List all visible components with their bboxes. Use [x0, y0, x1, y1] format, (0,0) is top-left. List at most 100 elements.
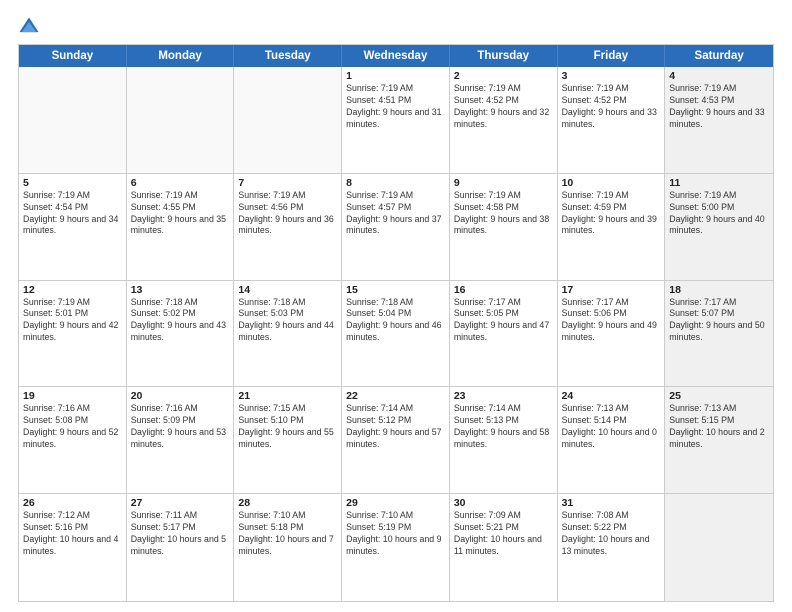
cell-details: Sunrise: 7:14 AMSunset: 5:12 PMDaylight:…	[346, 403, 445, 451]
day-number: 6	[131, 177, 230, 189]
calendar-cell: 21Sunrise: 7:15 AMSunset: 5:10 PMDayligh…	[234, 387, 342, 493]
day-number: 5	[23, 177, 122, 189]
cell-details: Sunrise: 7:19 AMSunset: 4:52 PMDaylight:…	[454, 83, 553, 131]
header-cell-monday: Monday	[127, 45, 235, 67]
calendar-row: 26Sunrise: 7:12 AMSunset: 5:16 PMDayligh…	[19, 494, 773, 601]
day-number: 24	[562, 390, 661, 402]
cell-details: Sunrise: 7:09 AMSunset: 5:21 PMDaylight:…	[454, 510, 553, 558]
cell-details: Sunrise: 7:17 AMSunset: 5:07 PMDaylight:…	[669, 297, 769, 345]
cell-details: Sunrise: 7:15 AMSunset: 5:10 PMDaylight:…	[238, 403, 337, 451]
day-number: 17	[562, 284, 661, 296]
cell-details: Sunrise: 7:17 AMSunset: 5:05 PMDaylight:…	[454, 297, 553, 345]
day-number: 3	[562, 70, 661, 82]
calendar-cell: 15Sunrise: 7:18 AMSunset: 5:04 PMDayligh…	[342, 281, 450, 387]
calendar-cell: 5Sunrise: 7:19 AMSunset: 4:54 PMDaylight…	[19, 174, 127, 280]
calendar-cell	[19, 67, 127, 173]
cell-details: Sunrise: 7:18 AMSunset: 5:02 PMDaylight:…	[131, 297, 230, 345]
day-number: 7	[238, 177, 337, 189]
cell-details: Sunrise: 7:19 AMSunset: 5:01 PMDaylight:…	[23, 297, 122, 345]
cell-details: Sunrise: 7:19 AMSunset: 4:59 PMDaylight:…	[562, 190, 661, 238]
day-number: 26	[23, 497, 122, 509]
cell-details: Sunrise: 7:19 AMSunset: 4:57 PMDaylight:…	[346, 190, 445, 238]
day-number: 22	[346, 390, 445, 402]
day-number: 23	[454, 390, 553, 402]
calendar-cell: 25Sunrise: 7:13 AMSunset: 5:15 PMDayligh…	[665, 387, 773, 493]
day-number: 31	[562, 497, 661, 509]
calendar-cell: 14Sunrise: 7:18 AMSunset: 5:03 PMDayligh…	[234, 281, 342, 387]
calendar-cell: 8Sunrise: 7:19 AMSunset: 4:57 PMDaylight…	[342, 174, 450, 280]
day-number: 29	[346, 497, 445, 509]
calendar-cell: 19Sunrise: 7:16 AMSunset: 5:08 PMDayligh…	[19, 387, 127, 493]
header-cell-friday: Friday	[558, 45, 666, 67]
calendar-row: 12Sunrise: 7:19 AMSunset: 5:01 PMDayligh…	[19, 281, 773, 388]
calendar-cell: 4Sunrise: 7:19 AMSunset: 4:53 PMDaylight…	[665, 67, 773, 173]
cell-details: Sunrise: 7:19 AMSunset: 4:51 PMDaylight:…	[346, 83, 445, 131]
cell-details: Sunrise: 7:16 AMSunset: 5:08 PMDaylight:…	[23, 403, 122, 451]
calendar-cell	[234, 67, 342, 173]
day-number: 1	[346, 70, 445, 82]
header-cell-tuesday: Tuesday	[234, 45, 342, 67]
calendar-header: SundayMondayTuesdayWednesdayThursdayFrid…	[19, 45, 773, 67]
header-cell-saturday: Saturday	[665, 45, 773, 67]
day-number: 14	[238, 284, 337, 296]
cell-details: Sunrise: 7:10 AMSunset: 5:19 PMDaylight:…	[346, 510, 445, 558]
day-number: 16	[454, 284, 553, 296]
calendar-cell: 7Sunrise: 7:19 AMSunset: 4:56 PMDaylight…	[234, 174, 342, 280]
day-number: 27	[131, 497, 230, 509]
calendar-cell: 31Sunrise: 7:08 AMSunset: 5:22 PMDayligh…	[558, 494, 666, 601]
calendar-cell: 2Sunrise: 7:19 AMSunset: 4:52 PMDaylight…	[450, 67, 558, 173]
cell-details: Sunrise: 7:19 AMSunset: 4:55 PMDaylight:…	[131, 190, 230, 238]
cell-details: Sunrise: 7:19 AMSunset: 4:53 PMDaylight:…	[669, 83, 769, 131]
day-number: 10	[562, 177, 661, 189]
cell-details: Sunrise: 7:13 AMSunset: 5:14 PMDaylight:…	[562, 403, 661, 451]
calendar-cell: 26Sunrise: 7:12 AMSunset: 5:16 PMDayligh…	[19, 494, 127, 601]
calendar-cell: 27Sunrise: 7:11 AMSunset: 5:17 PMDayligh…	[127, 494, 235, 601]
header	[18, 16, 774, 38]
cell-details: Sunrise: 7:13 AMSunset: 5:15 PMDaylight:…	[669, 403, 769, 451]
day-number: 20	[131, 390, 230, 402]
header-cell-thursday: Thursday	[450, 45, 558, 67]
day-number: 4	[669, 70, 769, 82]
day-number: 11	[669, 177, 769, 189]
calendar-cell: 12Sunrise: 7:19 AMSunset: 5:01 PMDayligh…	[19, 281, 127, 387]
calendar-row: 5Sunrise: 7:19 AMSunset: 4:54 PMDaylight…	[19, 174, 773, 281]
calendar-cell: 3Sunrise: 7:19 AMSunset: 4:52 PMDaylight…	[558, 67, 666, 173]
day-number: 18	[669, 284, 769, 296]
cell-details: Sunrise: 7:17 AMSunset: 5:06 PMDaylight:…	[562, 297, 661, 345]
cell-details: Sunrise: 7:19 AMSunset: 4:56 PMDaylight:…	[238, 190, 337, 238]
calendar-cell: 20Sunrise: 7:16 AMSunset: 5:09 PMDayligh…	[127, 387, 235, 493]
day-number: 12	[23, 284, 122, 296]
calendar-cell: 10Sunrise: 7:19 AMSunset: 4:59 PMDayligh…	[558, 174, 666, 280]
calendar-cell	[665, 494, 773, 601]
day-number: 19	[23, 390, 122, 402]
calendar-cell: 6Sunrise: 7:19 AMSunset: 4:55 PMDaylight…	[127, 174, 235, 280]
day-number: 25	[669, 390, 769, 402]
calendar-cell: 24Sunrise: 7:13 AMSunset: 5:14 PMDayligh…	[558, 387, 666, 493]
calendar-cell: 22Sunrise: 7:14 AMSunset: 5:12 PMDayligh…	[342, 387, 450, 493]
day-number: 13	[131, 284, 230, 296]
cell-details: Sunrise: 7:19 AMSunset: 4:52 PMDaylight:…	[562, 83, 661, 131]
calendar-cell	[127, 67, 235, 173]
cell-details: Sunrise: 7:18 AMSunset: 5:03 PMDaylight:…	[238, 297, 337, 345]
cell-details: Sunrise: 7:18 AMSunset: 5:04 PMDaylight:…	[346, 297, 445, 345]
cell-details: Sunrise: 7:16 AMSunset: 5:09 PMDaylight:…	[131, 403, 230, 451]
calendar-cell: 28Sunrise: 7:10 AMSunset: 5:18 PMDayligh…	[234, 494, 342, 601]
logo-icon	[18, 16, 40, 38]
cell-details: Sunrise: 7:08 AMSunset: 5:22 PMDaylight:…	[562, 510, 661, 558]
calendar-cell: 1Sunrise: 7:19 AMSunset: 4:51 PMDaylight…	[342, 67, 450, 173]
cell-details: Sunrise: 7:19 AMSunset: 4:54 PMDaylight:…	[23, 190, 122, 238]
header-cell-sunday: Sunday	[19, 45, 127, 67]
calendar-cell: 23Sunrise: 7:14 AMSunset: 5:13 PMDayligh…	[450, 387, 558, 493]
calendar-row: 1Sunrise: 7:19 AMSunset: 4:51 PMDaylight…	[19, 67, 773, 174]
calendar-cell: 18Sunrise: 7:17 AMSunset: 5:07 PMDayligh…	[665, 281, 773, 387]
calendar: SundayMondayTuesdayWednesdayThursdayFrid…	[18, 44, 774, 602]
calendar-cell: 30Sunrise: 7:09 AMSunset: 5:21 PMDayligh…	[450, 494, 558, 601]
day-number: 28	[238, 497, 337, 509]
calendar-cell: 29Sunrise: 7:10 AMSunset: 5:19 PMDayligh…	[342, 494, 450, 601]
cell-details: Sunrise: 7:19 AMSunset: 4:58 PMDaylight:…	[454, 190, 553, 238]
calendar-row: 19Sunrise: 7:16 AMSunset: 5:08 PMDayligh…	[19, 387, 773, 494]
calendar-cell: 16Sunrise: 7:17 AMSunset: 5:05 PMDayligh…	[450, 281, 558, 387]
cell-details: Sunrise: 7:10 AMSunset: 5:18 PMDaylight:…	[238, 510, 337, 558]
day-number: 2	[454, 70, 553, 82]
calendar-body: 1Sunrise: 7:19 AMSunset: 4:51 PMDaylight…	[19, 67, 773, 601]
